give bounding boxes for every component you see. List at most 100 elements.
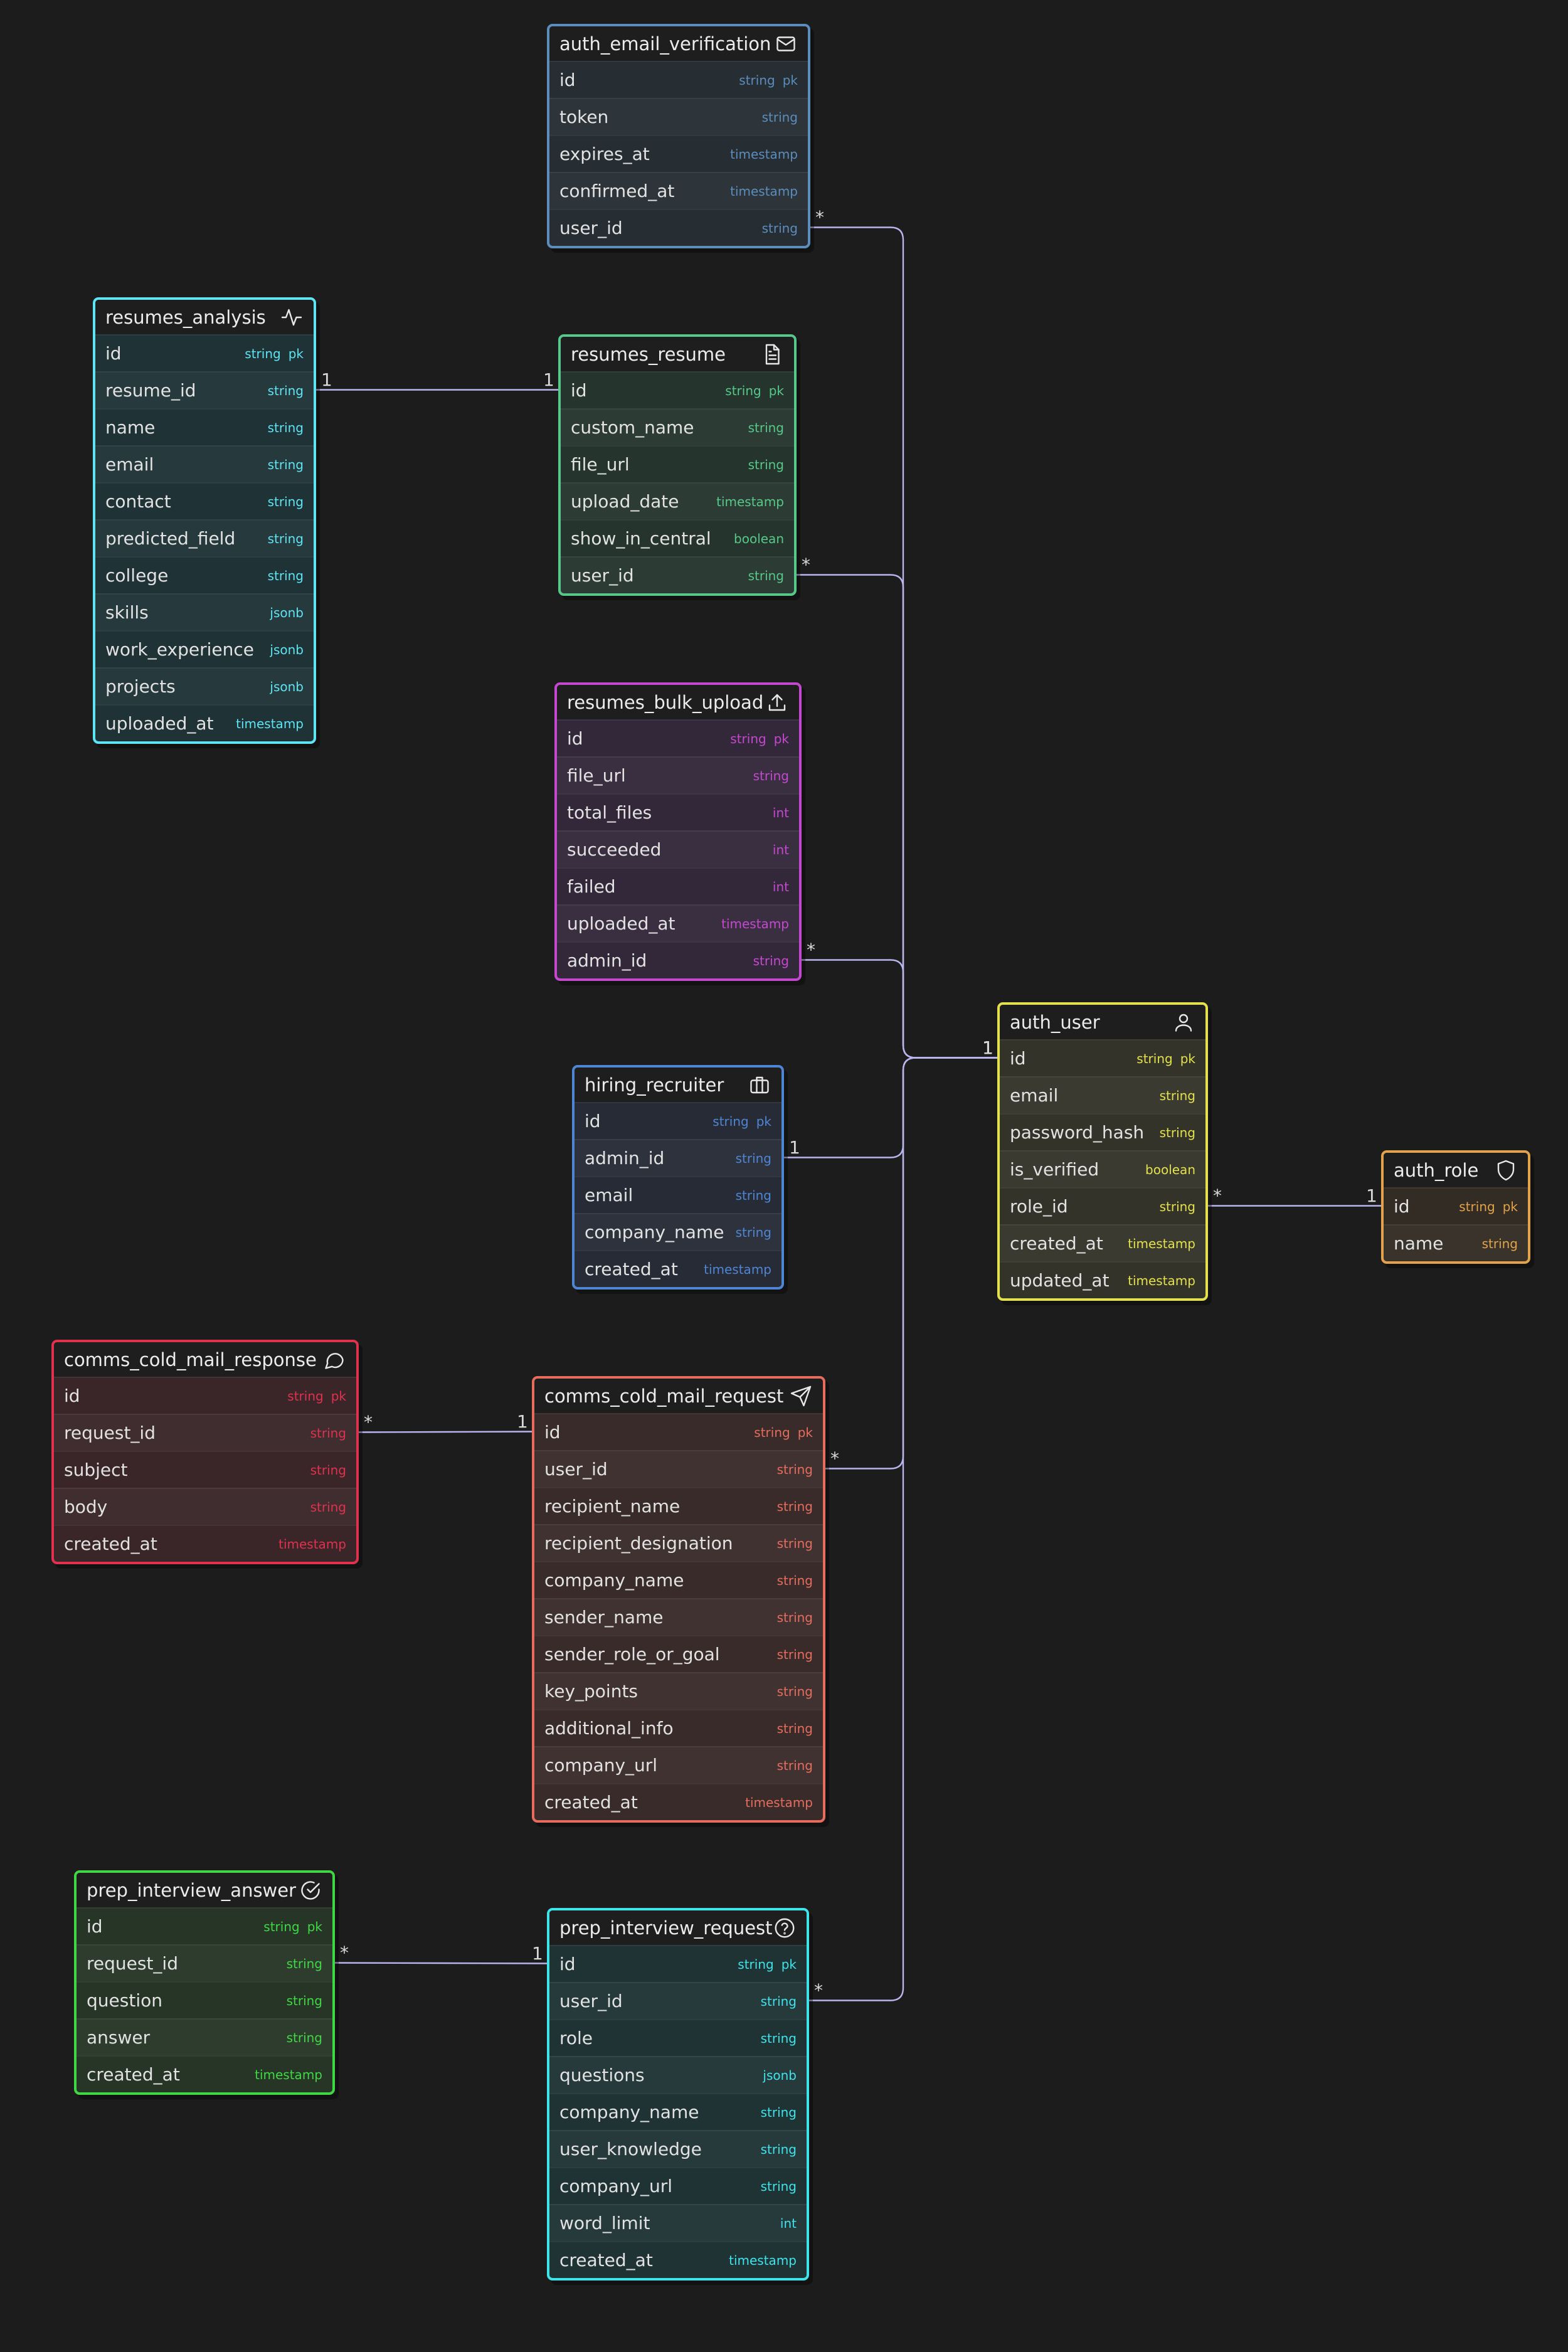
field-row[interactable]: request_id string bbox=[77, 1944, 332, 1981]
table-resumes-resume[interactable]: resumes_resume id string pk custom_name strin… bbox=[558, 334, 797, 596]
field-row[interactable]: questions jsonb bbox=[549, 2056, 807, 2093]
field-row[interactable]: user_id string bbox=[549, 1982, 807, 2019]
field-row[interactable]: email string bbox=[1000, 1076, 1205, 1113]
field-row[interactable]: key_points string bbox=[534, 1672, 823, 1709]
field-row[interactable]: uploaded_at timestamp bbox=[557, 904, 799, 941]
field-row[interactable]: uploaded_at timestamp bbox=[95, 704, 314, 741]
field-row[interactable]: created_at timestamp bbox=[534, 1783, 823, 1820]
field-row[interactable]: user_id string bbox=[549, 209, 808, 246]
table-header[interactable]: auth_role bbox=[1384, 1153, 1528, 1187]
field-row[interactable]: word_limit int bbox=[549, 2204, 807, 2241]
field-row[interactable]: id string pk bbox=[534, 1413, 823, 1450]
field-row[interactable]: company_url string bbox=[549, 2167, 807, 2204]
field-row[interactable]: upload_date timestamp bbox=[561, 482, 794, 519]
field-row[interactable]: failed int bbox=[557, 867, 799, 904]
field-row[interactable]: request_id string bbox=[54, 1414, 356, 1451]
field-row[interactable]: college string bbox=[95, 556, 314, 593]
table-header[interactable]: resumes_bulk_upload bbox=[557, 685, 799, 719]
table-auth-email-verification[interactable]: auth_email_verification id string pk token st… bbox=[547, 24, 810, 248]
field-row[interactable]: recipient_designation string bbox=[534, 1524, 823, 1561]
field-row[interactable]: contact string bbox=[95, 482, 314, 519]
field-row[interactable]: id string pk bbox=[549, 1945, 807, 1982]
field-row[interactable]: file_url string bbox=[557, 756, 799, 793]
field-row[interactable]: role string bbox=[549, 2019, 807, 2056]
field-row[interactable]: company_name string bbox=[575, 1213, 781, 1250]
field-row[interactable]: company_name string bbox=[549, 2093, 807, 2130]
table-header[interactable]: hiring_recruiter bbox=[575, 1067, 781, 1102]
field-row[interactable]: password_hash string bbox=[1000, 1113, 1205, 1150]
field-row[interactable]: company_url string bbox=[534, 1746, 823, 1783]
field-row[interactable]: id string pk bbox=[1384, 1187, 1528, 1224]
table-comms-cold-mail-response[interactable]: comms_cold_mail_response id string pk reques… bbox=[51, 1340, 359, 1564]
relation-edge[interactable] bbox=[797, 574, 997, 1059]
field-row[interactable]: user_id string bbox=[561, 556, 794, 593]
table-resumes-analysis[interactable]: resumes_analysis id string pk resume_id strin… bbox=[93, 297, 316, 744]
table-header[interactable]: prep_interview_request bbox=[549, 1910, 807, 1945]
field-row[interactable]: created_at timestamp bbox=[54, 1525, 356, 1562]
field-row[interactable]: is_verified boolean bbox=[1000, 1150, 1205, 1187]
relation-edge[interactable] bbox=[809, 1057, 997, 2001]
field-row[interactable]: recipient_name string bbox=[534, 1487, 823, 1524]
field-row[interactable]: name string bbox=[95, 408, 314, 445]
field-row[interactable]: subject string bbox=[54, 1451, 356, 1488]
table-auth-role[interactable]: auth_role id string pk name string bbox=[1381, 1150, 1530, 1264]
field-row[interactable]: name string bbox=[1384, 1224, 1528, 1261]
field-row[interactable]: resume_id string bbox=[95, 371, 314, 408]
field-row[interactable]: email string bbox=[95, 445, 314, 482]
field-row[interactable]: work_experience jsonb bbox=[95, 630, 314, 667]
relation-edge[interactable] bbox=[825, 1057, 997, 1470]
field-row[interactable]: succeeded int bbox=[557, 830, 799, 867]
table-hiring-recruiter[interactable]: hiring_recruiter id string pk admin_id string… bbox=[572, 1065, 784, 1290]
table-prep-interview-answer[interactable]: prep_interview_answer id string pk request_i… bbox=[74, 1870, 335, 2095]
field-row[interactable]: user_knowledge string bbox=[549, 2130, 807, 2167]
table-header[interactable]: resumes_analysis bbox=[95, 300, 314, 334]
field-row[interactable]: id string pk bbox=[561, 371, 794, 408]
field-row[interactable]: id string pk bbox=[54, 1377, 356, 1414]
field-row[interactable]: skills jsonb bbox=[95, 593, 314, 630]
field-row[interactable]: custom_name string bbox=[561, 408, 794, 445]
field-row[interactable]: answer string bbox=[77, 2018, 332, 2055]
field-row[interactable]: email string bbox=[575, 1176, 781, 1213]
table-header[interactable]: resumes_resume bbox=[561, 337, 794, 371]
field-row[interactable]: created_at timestamp bbox=[575, 1250, 781, 1287]
field-row[interactable]: role_id string bbox=[1000, 1187, 1205, 1224]
field-row[interactable]: show_in_central boolean bbox=[561, 519, 794, 556]
field-row[interactable]: admin_id string bbox=[575, 1139, 781, 1176]
table-header[interactable]: comms_cold_mail_request bbox=[534, 1379, 823, 1413]
field-row[interactable]: created_at timestamp bbox=[77, 2055, 332, 2092]
field-row[interactable]: confirmed_at timestamp bbox=[549, 172, 808, 209]
field-row[interactable]: additional_info string bbox=[534, 1709, 823, 1746]
table-auth-user[interactable]: auth_user id string pk email string password_h… bbox=[997, 1002, 1208, 1301]
relation-edge[interactable] bbox=[334, 1962, 548, 1964]
field-row[interactable]: created_at timestamp bbox=[1000, 1224, 1205, 1261]
field-row[interactable]: sender_role_or_goal string bbox=[534, 1635, 823, 1672]
field-row[interactable]: total_files int bbox=[557, 793, 799, 830]
field-row[interactable]: created_at timestamp bbox=[549, 2241, 807, 2278]
field-row[interactable]: id string pk bbox=[1000, 1039, 1205, 1076]
field-row[interactable]: admin_id string bbox=[557, 941, 799, 978]
field-row[interactable]: file_url string bbox=[561, 445, 794, 482]
table-resumes-bulk-upload[interactable]: resumes_bulk_upload id string pk file_url str… bbox=[554, 682, 802, 981]
table-header[interactable]: comms_cold_mail_response bbox=[54, 1342, 356, 1377]
table-comms-cold-mail-request[interactable]: comms_cold_mail_request id string pk user_id… bbox=[532, 1376, 825, 1823]
table-header[interactable]: prep_interview_answer bbox=[77, 1873, 332, 1907]
field-row[interactable]: id string pk bbox=[95, 334, 314, 371]
table-prep-interview-request[interactable]: prep_interview_request id string pk user_id s… bbox=[547, 1908, 809, 2280]
field-row[interactable]: company_name string bbox=[534, 1561, 823, 1598]
relation-edge[interactable] bbox=[784, 1057, 997, 1158]
table-header[interactable]: auth_user bbox=[1000, 1005, 1205, 1039]
field-row[interactable]: id string pk bbox=[557, 719, 799, 756]
field-row[interactable]: id string pk bbox=[575, 1102, 781, 1139]
relation-edge[interactable] bbox=[802, 959, 997, 1059]
field-row[interactable]: predicted_field string bbox=[95, 519, 314, 556]
field-row[interactable]: updated_at timestamp bbox=[1000, 1261, 1205, 1298]
field-row[interactable]: id string pk bbox=[549, 61, 808, 98]
field-row[interactable]: expires_at timestamp bbox=[549, 135, 808, 172]
field-row[interactable]: token string bbox=[549, 98, 808, 135]
field-row[interactable]: projects jsonb bbox=[95, 667, 314, 704]
field-row[interactable]: id string pk bbox=[77, 1907, 332, 1944]
relation-edge[interactable] bbox=[358, 1431, 532, 1433]
field-row[interactable]: question string bbox=[77, 1981, 332, 2018]
field-row[interactable]: body string bbox=[54, 1488, 356, 1525]
field-row[interactable]: user_id string bbox=[534, 1450, 823, 1487]
